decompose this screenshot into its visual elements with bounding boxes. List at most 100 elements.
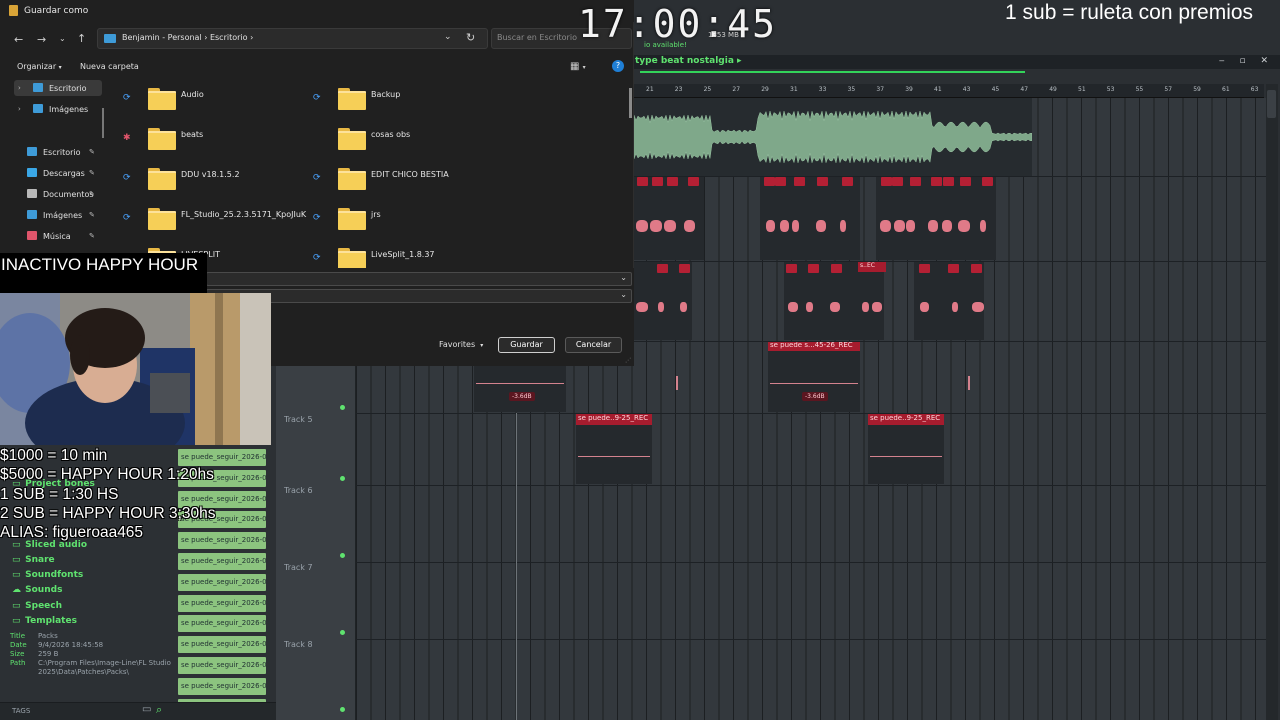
browser-folder[interactable]: ▭ Snare (12, 555, 55, 565)
ruler-number[interactable]: 61 (1222, 86, 1230, 93)
nav-item[interactable]: Escritorio (33, 83, 87, 93)
pattern-item[interactable]: se puede_seguir_2026-08... (178, 657, 266, 674)
cancel-button[interactable]: Cancelar (565, 337, 622, 353)
browser-folder[interactable]: ▭ Soundfonts (12, 570, 83, 580)
chevron-down-icon[interactable]: ⌄ (444, 32, 452, 42)
ruler-number[interactable]: 33 (819, 86, 827, 93)
forward-arrow-icon[interactable]: → (37, 33, 46, 46)
folder-icon[interactable] (148, 128, 176, 150)
breadcrumb[interactable]: Benjamin - Personal › Escritorio › (122, 33, 253, 42)
search-icon[interactable]: ⌕ (156, 703, 162, 717)
folder-icon[interactable]: ▭ (142, 704, 151, 715)
nav-item[interactable]: Escritorio (27, 147, 81, 157)
file-name[interactable]: beats (181, 130, 203, 139)
pattern-item[interactable]: se puede_seguir_2026-08... (178, 449, 266, 466)
pin-icon[interactable]: ✎ (89, 211, 95, 219)
audio-clip-master[interactable] (631, 98, 1033, 176)
recent-locations-icon[interactable]: ⌄ (59, 34, 66, 43)
audio-clip[interactable] (876, 176, 996, 260)
ruler-number[interactable]: 55 (1136, 86, 1144, 93)
ruler-number[interactable]: 57 (1164, 86, 1172, 93)
track-enable-dot[interactable] (340, 405, 345, 410)
audio-clip[interactable] (632, 176, 704, 260)
track-enable-dot[interactable] (340, 707, 345, 712)
playlist-scrollbar[interactable] (1266, 84, 1278, 720)
track-enable-dot[interactable] (340, 553, 345, 558)
browser-folder[interactable]: ▭ Templates (12, 616, 77, 626)
pin-icon[interactable]: ✎ (89, 232, 95, 240)
folder-icon[interactable] (148, 88, 176, 110)
folder-icon[interactable] (338, 128, 366, 150)
pin-icon[interactable]: ✎ (89, 169, 95, 177)
folder-icon[interactable] (338, 208, 366, 230)
playlist-window-controls[interactable]: ‒ ▫ ✕ (1219, 56, 1274, 66)
folder-icon[interactable] (148, 168, 176, 190)
browser-folder[interactable]: ▭ Sliced audio (12, 540, 87, 550)
nav-item[interactable]: Documentos (27, 189, 94, 199)
track-label[interactable]: Track 6 (284, 486, 313, 495)
file-name[interactable]: FL_Studio_25.2.3.5171_KpoJIuK (181, 210, 306, 219)
chevron-right-icon[interactable]: › (18, 84, 21, 92)
pattern-item[interactable]: se puede_seguir_2026-08... (178, 532, 266, 550)
playlist-scroll-thumb[interactable] (1267, 90, 1276, 118)
folder-icon[interactable] (338, 248, 366, 270)
audio-clip[interactable] (784, 262, 884, 340)
new-folder-button[interactable]: Nueva carpeta (80, 62, 139, 71)
ruler-number[interactable]: 45 (992, 86, 1000, 93)
ruler-number[interactable]: 37 (876, 86, 884, 93)
file-name[interactable]: Audio (181, 90, 204, 99)
browser-folder[interactable]: ▭ Project bones (12, 479, 95, 489)
audio-clip[interactable] (914, 262, 984, 340)
file-name[interactable]: LiveSplit_1.8.37 (371, 250, 435, 259)
audio-clip[interactable] (760, 176, 860, 260)
file-scrollbar[interactable] (629, 88, 632, 118)
track-label[interactable]: Track 5 (284, 415, 313, 424)
track-label[interactable]: Track 7 (284, 563, 313, 572)
folder-icon[interactable] (148, 208, 176, 230)
ruler-number[interactable]: 49 (1049, 86, 1057, 93)
browser-folder[interactable]: ▭ Speech (12, 601, 62, 611)
playlist-title[interactable]: type beat nostalgia ▸ (635, 56, 742, 66)
pattern-item[interactable]: se puede_seguir_2026-08... (178, 615, 266, 633)
chevron-down-icon[interactable]: ⌄ (620, 290, 627, 299)
track-enable-dot[interactable] (340, 476, 345, 481)
ruler-number[interactable]: 47 (1020, 86, 1028, 93)
folder-icon[interactable] (338, 168, 366, 190)
ruler-number[interactable]: 27 (732, 86, 740, 93)
resize-grip-icon[interactable]: ⋰ (625, 357, 631, 364)
pin-icon[interactable]: ✎ (89, 148, 95, 156)
file-name[interactable]: EDIT CHICO BESTIA (371, 170, 449, 179)
ruler-number[interactable]: 21 (646, 86, 654, 93)
track-enable-dot[interactable] (340, 630, 345, 635)
audio-clip[interactable] (632, 262, 692, 340)
file-name[interactable]: Backup (371, 90, 400, 99)
folder-icon[interactable] (338, 88, 366, 110)
nav-item[interactable]: Descargas (27, 168, 85, 178)
ruler-number[interactable]: 43 (963, 86, 971, 93)
file-name[interactable]: jrs (371, 210, 381, 219)
playlist-scroll-indicator[interactable] (640, 71, 1025, 73)
view-options-icon[interactable]: ▦ ▾ (570, 61, 586, 72)
pattern-item[interactable]: se puede_seguir_2026-08... (178, 677, 266, 695)
ruler-number[interactable]: 31 (790, 86, 798, 93)
ruler-number[interactable]: 29 (761, 86, 769, 93)
up-arrow-icon[interactable]: ↑ (77, 32, 86, 45)
save-button[interactable]: Guardar (498, 337, 555, 353)
ruler-number[interactable]: 53 (1107, 86, 1115, 93)
track-label[interactable]: Track 8 (284, 640, 313, 649)
pattern-item[interactable]: se puede_seguir_2026-08... (178, 553, 266, 570)
back-arrow-icon[interactable]: ← (14, 33, 23, 46)
ruler-number[interactable]: 59 (1193, 86, 1201, 93)
ruler-number[interactable]: 23 (675, 86, 683, 93)
filename-field[interactable]: ⌄ (206, 272, 632, 286)
pin-icon[interactable]: ✎ (89, 190, 95, 198)
refresh-icon[interactable]: ↻ (466, 31, 475, 44)
nav-item[interactable]: Imágenes (27, 210, 82, 220)
file-name[interactable]: cosas obs (371, 130, 410, 139)
help-icon[interactable]: ? (612, 60, 624, 72)
chevron-right-icon[interactable]: › (18, 105, 21, 113)
nav-item[interactable]: Música (27, 231, 71, 241)
chevron-down-icon[interactable]: ⌄ (620, 273, 627, 282)
pattern-item[interactable]: se puede_seguir_2026-08... (178, 573, 266, 591)
ruler-number[interactable]: 25 (704, 86, 712, 93)
